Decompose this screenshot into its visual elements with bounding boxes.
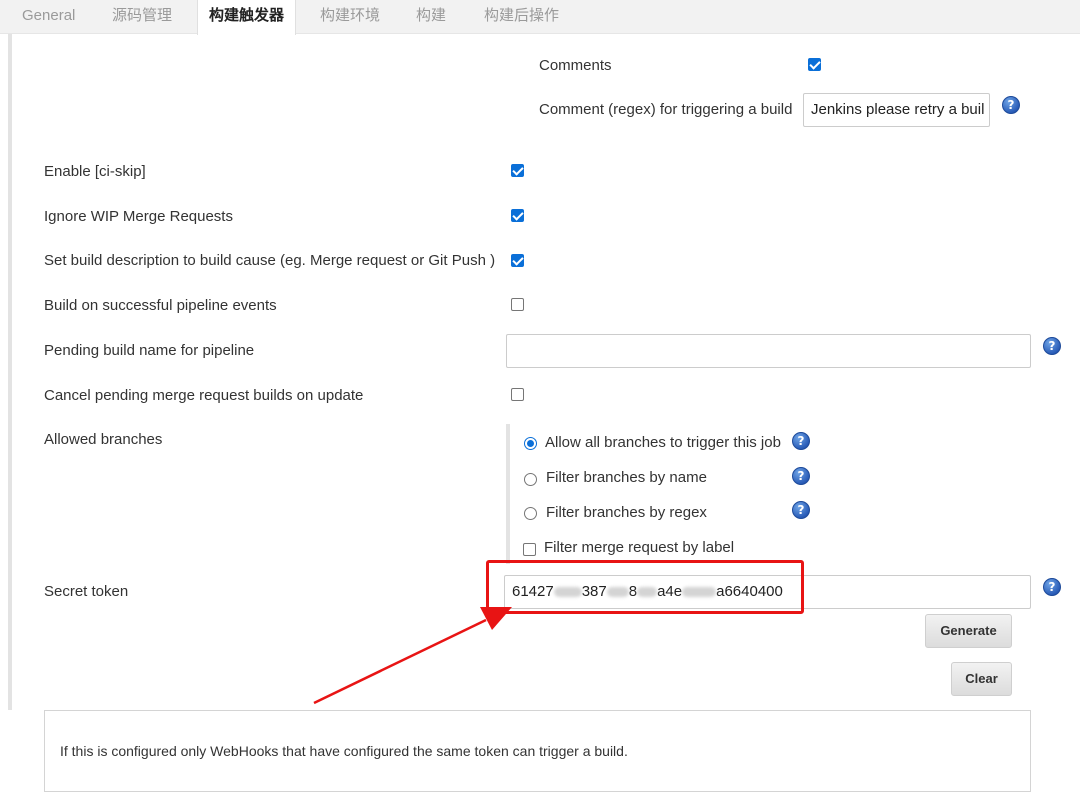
generate-button[interactable]: Generate (925, 614, 1012, 648)
help-text-box: If this is configured only WebHooks that… (44, 710, 1031, 792)
clear-button[interactable]: Clear (951, 662, 1012, 696)
annotation-arrow (313, 607, 512, 705)
help-text: If this is configured only WebHooks that… (60, 743, 628, 759)
